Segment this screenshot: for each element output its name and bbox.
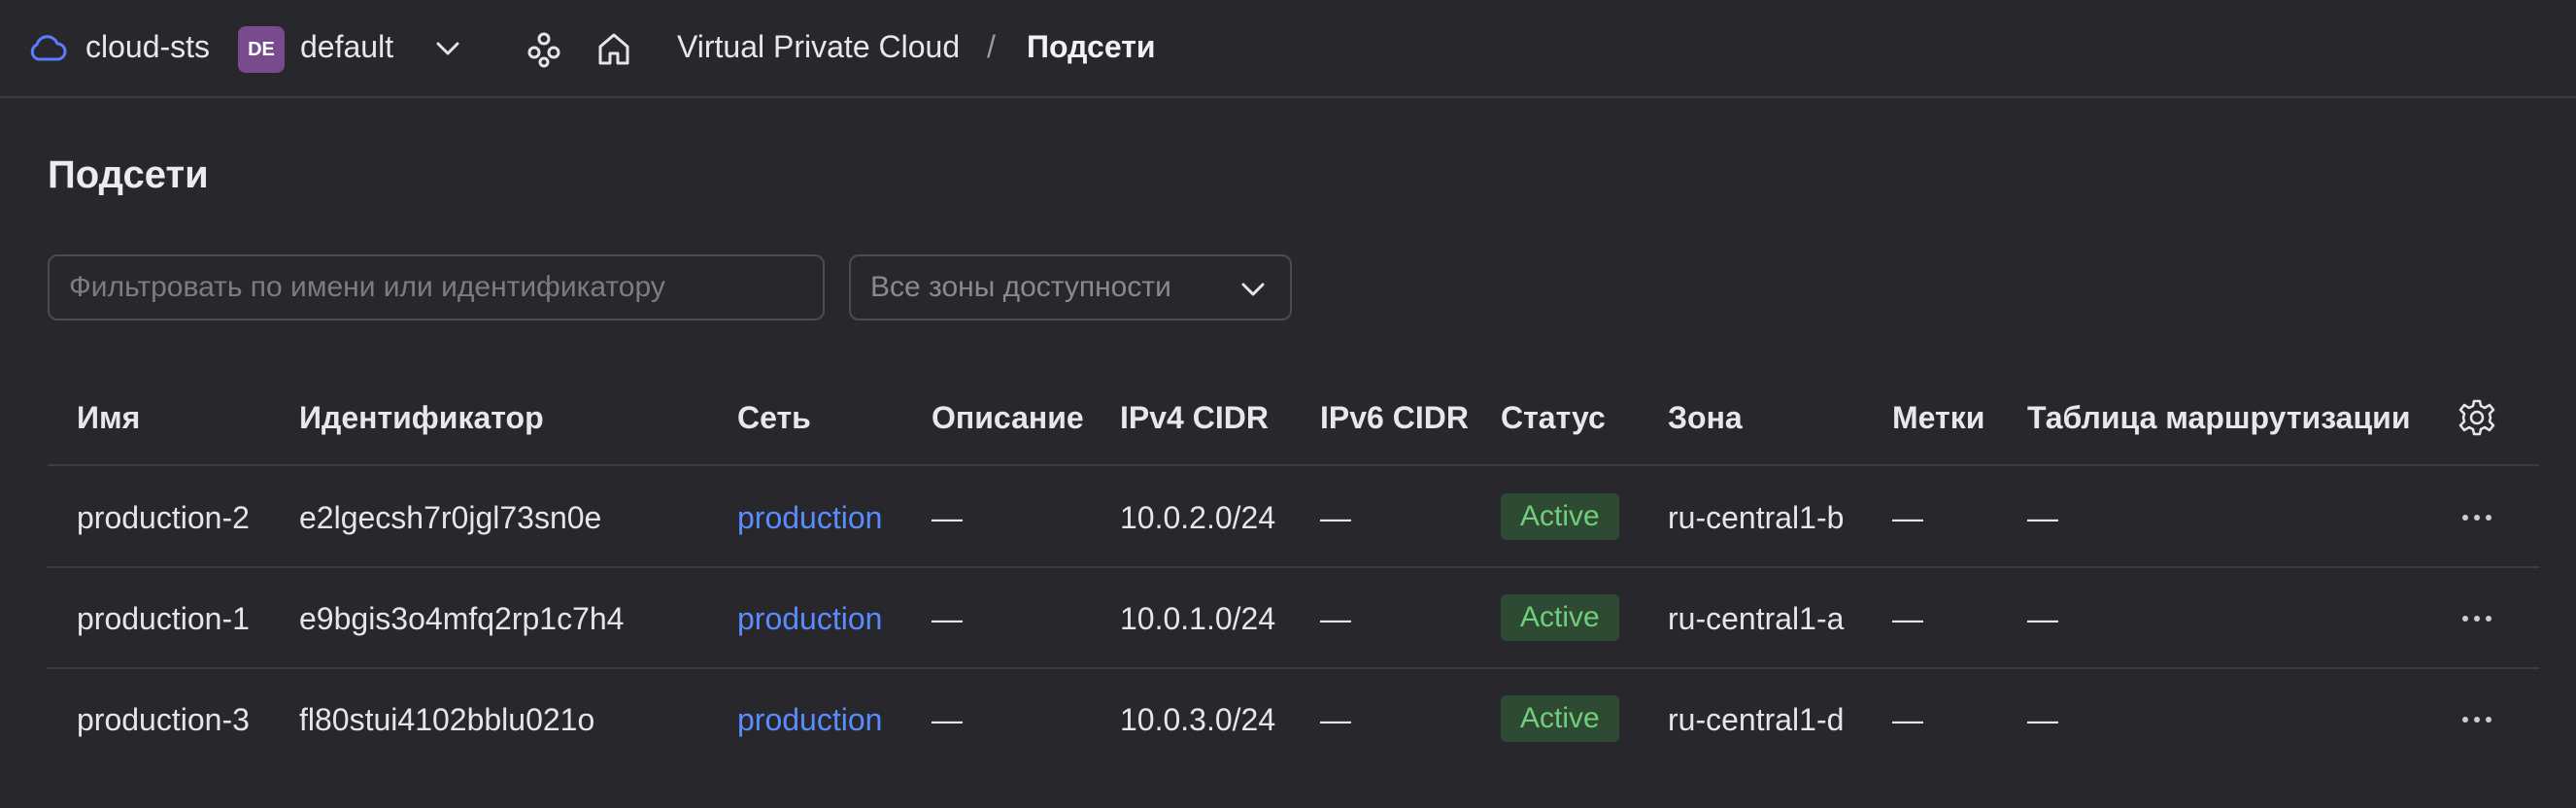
cell-id: fl80stui4102bblu021o (299, 702, 595, 737)
column-header-ipv6[interactable]: IPv6 CIDR (1320, 400, 1469, 436)
status-badge: Active (1501, 594, 1619, 641)
gear-icon[interactable] (2457, 398, 2496, 437)
cell-ipv4: 10.0.1.0/24 (1120, 601, 1276, 636)
cell-route-table: — (2027, 500, 2058, 535)
cell-name[interactable]: production-2 (77, 500, 250, 536)
more-dots-icon[interactable] (2457, 712, 2496, 727)
more-dots-icon[interactable] (2457, 510, 2496, 525)
more-dots-icon[interactable] (2457, 611, 2496, 626)
breadcrumb-service-link[interactable]: Virtual Private Cloud (677, 29, 960, 65)
cell-ipv4: 10.0.2.0/24 (1120, 500, 1276, 535)
cell-labels: — (1892, 702, 1923, 737)
breadcrumb-separator: / (987, 29, 996, 64)
cell-description: — (932, 601, 963, 636)
cell-ipv6: — (1320, 601, 1351, 636)
cell-description: — (932, 702, 963, 737)
column-header-description[interactable]: Описание (932, 400, 1084, 436)
chevron-down-icon (1241, 283, 1265, 296)
cell-network-link[interactable]: production (737, 702, 882, 738)
services-icon[interactable] (525, 29, 563, 68)
folder-avatar: DE (238, 26, 285, 73)
cell-labels: — (1892, 601, 1923, 636)
cell-route-table: — (2027, 702, 2058, 737)
cell-zone: ru-central1-d (1668, 702, 1845, 737)
cloud-name[interactable]: cloud-sts (85, 29, 210, 65)
cell-labels: — (1892, 500, 1923, 535)
column-header-route-table[interactable]: Таблица маршрутизации (2027, 400, 2410, 436)
cell-id: e2lgecsh7r0jgl73sn0e (299, 500, 602, 535)
cell-ipv6: — (1320, 500, 1351, 535)
cell-network-link[interactable]: production (737, 601, 882, 637)
cell-zone: ru-central1-a (1668, 601, 1845, 636)
cell-name[interactable]: production-3 (77, 702, 250, 738)
home-icon[interactable] (594, 29, 633, 68)
folder-name[interactable]: default (300, 29, 393, 65)
column-header-name[interactable]: Имя (77, 400, 140, 436)
row-divider (48, 667, 2539, 669)
cloud-icon (30, 35, 67, 61)
search-input[interactable] (48, 254, 825, 320)
column-header-ipv4[interactable]: IPv4 CIDR (1120, 400, 1269, 436)
column-header-status[interactable]: Статус (1501, 400, 1606, 436)
cell-zone: ru-central1-b (1668, 500, 1845, 535)
cell-description: — (932, 500, 963, 535)
row-divider (48, 566, 2539, 568)
cell-ipv4: 10.0.3.0/24 (1120, 702, 1276, 737)
cell-ipv6: — (1320, 702, 1351, 737)
page-title: Подсети (48, 153, 209, 196)
cell-network-link[interactable]: production (737, 500, 882, 536)
breadcrumb-current: Подсети (1027, 29, 1156, 64)
chevron-down-icon[interactable] (434, 39, 461, 58)
zone-select-value: Все зоны доступности (870, 271, 1171, 303)
cell-route-table: — (2027, 601, 2058, 636)
cell-id: e9bgis3o4mfq2rp1c7h4 (299, 601, 625, 636)
status-badge: Active (1501, 695, 1619, 742)
status-badge: Active (1501, 493, 1619, 540)
top-bar: cloud-sts DE default Virtual Private Clo… (0, 0, 2576, 98)
column-header-id[interactable]: Идентификатор (299, 400, 544, 436)
table-divider (48, 464, 2539, 466)
zone-select[interactable]: Все зоны доступности (849, 254, 1292, 320)
column-header-labels[interactable]: Метки (1892, 400, 1984, 436)
cell-name[interactable]: production-1 (77, 601, 250, 637)
column-header-network[interactable]: Сеть (737, 400, 811, 436)
column-header-zone[interactable]: Зона (1668, 400, 1743, 436)
